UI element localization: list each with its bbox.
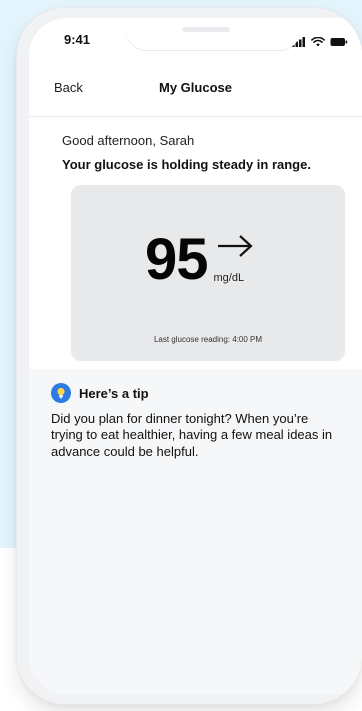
glucose-trend-and-unit: mg/dL (214, 231, 258, 284)
speaker-grille (182, 27, 230, 32)
battery-icon (330, 34, 348, 52)
greeting-text: Good afternoon, Sarah (62, 133, 195, 148)
glucose-status-message: Your glucose is holding steady in range. (62, 157, 311, 172)
wifi-icon (311, 34, 325, 52)
status-time: 9:41 (64, 32, 91, 47)
glucose-reading: 95 mg/dL (145, 231, 258, 289)
status-icons (292, 34, 348, 52)
phone-frame: 9:41 Back My Glucose Good afternoon, Sar… (17, 8, 362, 704)
lightbulb-icon (51, 383, 71, 403)
phone-screen: 9:41 Back My Glucose Good afternoon, Sar… (29, 18, 362, 694)
glucose-reading-card: 95 mg/dL Last glucose reading: 4:00 PM (71, 185, 345, 361)
tip-card: Here’s a tip Did you plan for dinner ton… (51, 383, 341, 460)
glucose-value: 95 (145, 227, 209, 292)
glucose-summary-section: Good afternoon, Sarah Your glucose is ho… (29, 117, 362, 369)
tip-body: Did you plan for dinner tonight? When yo… (51, 411, 333, 459)
tip-header: Here’s a tip (51, 383, 341, 403)
last-reading-time: Last glucose reading: 4:00 PM (153, 335, 263, 344)
arrow-right-icon (214, 235, 258, 265)
tip-title: Here’s a tip (79, 385, 149, 401)
glucose-unit: mg/dL (213, 272, 245, 284)
nav-header: Back My Glucose (29, 62, 362, 117)
phone-notch (125, 18, 301, 50)
page-title: My Glucose (159, 80, 232, 95)
